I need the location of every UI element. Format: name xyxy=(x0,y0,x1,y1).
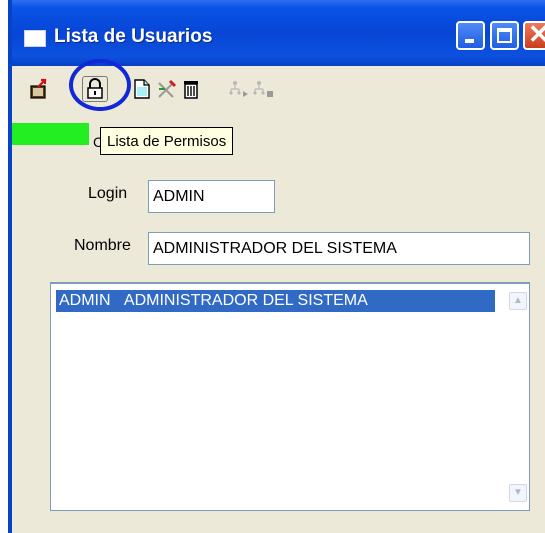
scroll-down-button[interactable]: ▼ xyxy=(509,484,527,502)
trash-icon xyxy=(184,81,198,99)
maximize-button[interactable] xyxy=(490,21,519,50)
permissions-tooltip: Lista de Permisos xyxy=(100,127,234,155)
list-item[interactable]: ADMIN ADMINISTRADOR DEL SISTEMA xyxy=(56,290,495,312)
status-indicator xyxy=(12,123,89,145)
maximize-icon xyxy=(497,28,512,43)
chevron-down-icon: ▼ xyxy=(513,487,523,498)
window-title: Lista de Usuarios xyxy=(54,26,213,47)
title-bar[interactable]: Lista de Usuarios ✕ xyxy=(12,0,545,66)
list-item-login: ADMIN xyxy=(59,292,111,309)
new-document-icon xyxy=(134,79,150,99)
nombre-field[interactable]: ADMINISTRADOR DEL SISTEMA xyxy=(148,232,530,265)
list-item-nombre: ADMINISTRADOR DEL SISTEMA xyxy=(123,292,368,309)
nombre-label: Nombre xyxy=(74,237,131,254)
edit-user-button[interactable] xyxy=(154,76,180,102)
close-icon: ✕ xyxy=(528,19,545,49)
exit-button[interactable] xyxy=(26,76,52,102)
close-button[interactable]: ✕ xyxy=(523,19,545,50)
highlight-ring xyxy=(69,59,131,111)
chevron-up-icon: ▲ xyxy=(513,295,523,306)
exit-icon xyxy=(30,78,47,99)
delete-user-button[interactable] xyxy=(178,76,204,102)
minimize-icon xyxy=(465,39,474,43)
tree-forward-button[interactable] xyxy=(226,76,252,102)
tree-stop-button[interactable] xyxy=(250,76,276,102)
tree-forward-icon xyxy=(229,81,248,97)
tree-stop-icon xyxy=(253,81,273,97)
new-user-button[interactable] xyxy=(129,76,155,102)
list-scrollbar[interactable]: ▲ ▼ xyxy=(507,284,529,510)
users-window: Lista de Usuarios ✕ Lista de Permisos Lo… xyxy=(8,0,545,533)
login-field[interactable]: ADMIN xyxy=(148,180,275,213)
edit-tools-icon xyxy=(158,79,177,98)
window-app-icon xyxy=(24,30,46,47)
login-label: Login xyxy=(88,185,128,202)
users-listbox[interactable]: ADMIN ADMINISTRADOR DEL SISTEMA ▲ ▼ xyxy=(50,282,530,511)
scroll-up-button[interactable]: ▲ xyxy=(509,292,527,310)
minimize-button[interactable] xyxy=(456,21,485,50)
